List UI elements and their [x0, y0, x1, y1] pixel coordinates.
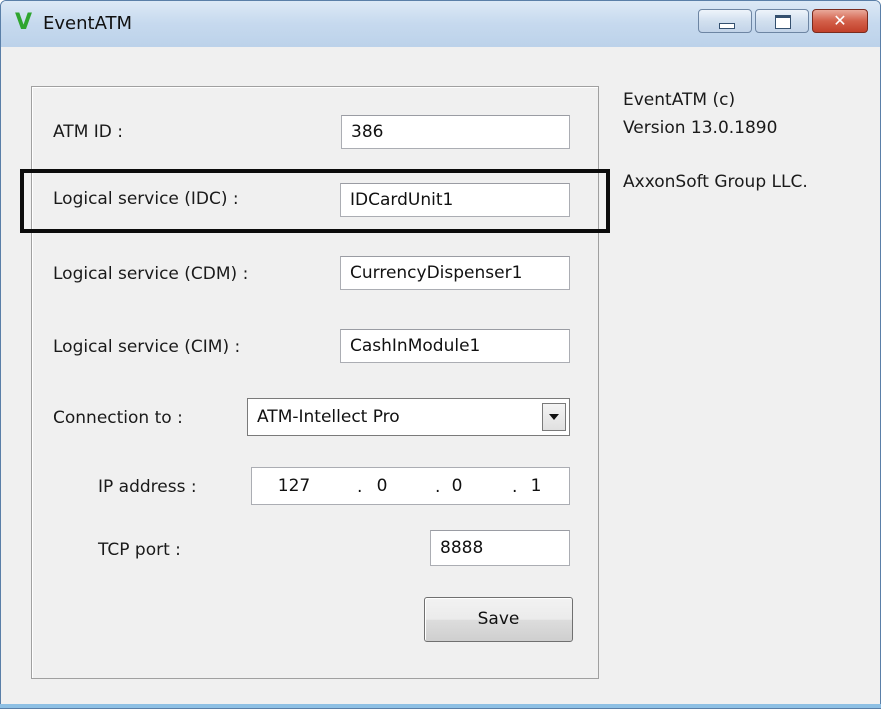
tcp-port-input[interactable]: 8888 [430, 530, 570, 566]
close-button[interactable]: ✕ [812, 9, 868, 33]
logical-service-cim-input[interactable]: CashInModule1 [340, 329, 570, 363]
highlight-box [20, 169, 610, 233]
chevron-down-icon [549, 414, 559, 420]
ip-octet-1[interactable]: 127 [274, 468, 314, 504]
dropdown-button[interactable] [542, 403, 566, 431]
atm-id-input[interactable]: 386 [341, 115, 570, 149]
save-button[interactable]: Save [424, 597, 573, 642]
close-icon: ✕ [833, 11, 847, 30]
version-text: Version 13.0.1890 [623, 118, 778, 138]
logical-service-cim-label: Logical service (CIM) : [53, 337, 241, 357]
logical-service-cdm-label: Logical service (CDM) : [53, 264, 249, 284]
tcp-port-label: TCP port : [98, 540, 181, 560]
product-name: EventATM (c) [623, 90, 736, 110]
minimize-button[interactable] [698, 9, 752, 33]
ip-dot-1: . [357, 477, 363, 497]
minimize-icon [719, 23, 735, 29]
maximize-button[interactable] [755, 9, 809, 33]
ip-dot-2: . [435, 477, 441, 497]
logical-service-cdm-input[interactable]: CurrencyDispenser1 [340, 256, 570, 290]
atm-id-label: ATM ID : [53, 122, 124, 142]
connection-to-label: Connection to : [53, 408, 183, 428]
window-bottom-border [0, 704, 881, 708]
ip-octet-3[interactable]: 0 [445, 468, 469, 504]
window-title: EventATM [43, 13, 133, 34]
maximize-icon [775, 15, 791, 29]
ip-octet-2[interactable]: 0 [370, 468, 394, 504]
company-name: AxxonSoft Group LLC. [623, 172, 808, 192]
ip-address-label: IP address : [98, 477, 197, 497]
app-logo-icon: V [15, 10, 33, 35]
ip-dot-3: . [512, 477, 518, 497]
title-bar[interactable]: V EventATM ✕ [1, 1, 880, 47]
ip-octet-4[interactable]: 1 [524, 468, 548, 504]
ip-address-input[interactable]: 127 . 0 . 0 . 1 [251, 467, 570, 505]
connection-selected-value: ATM-Intellect Pro [257, 407, 400, 427]
connection-to-select[interactable]: ATM-Intellect Pro [247, 398, 570, 436]
